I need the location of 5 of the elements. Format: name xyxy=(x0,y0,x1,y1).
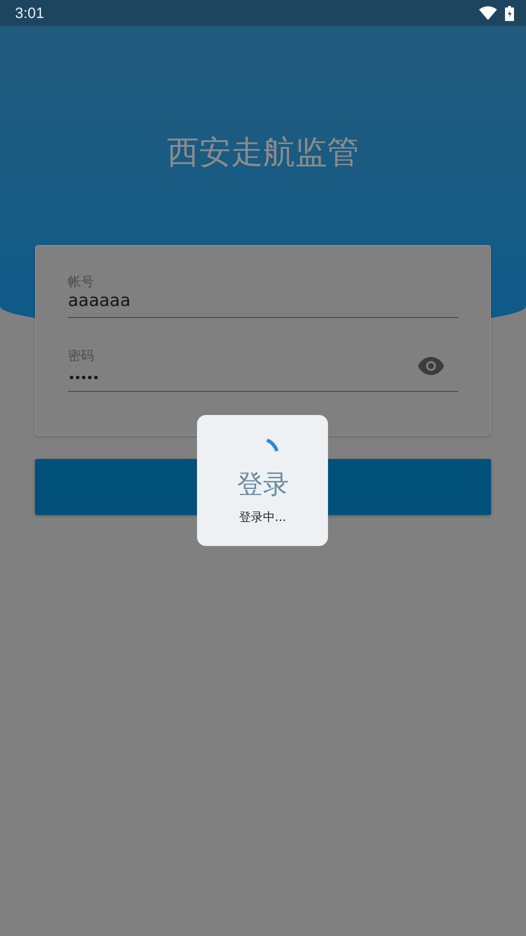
status-time: 3:01 xyxy=(15,4,44,22)
field-value: aaaaaa xyxy=(68,290,131,310)
field-value: ••••• xyxy=(68,370,98,384)
loading-message: 登录中... xyxy=(238,509,286,526)
app-title: 西安走航监管 xyxy=(167,132,359,173)
